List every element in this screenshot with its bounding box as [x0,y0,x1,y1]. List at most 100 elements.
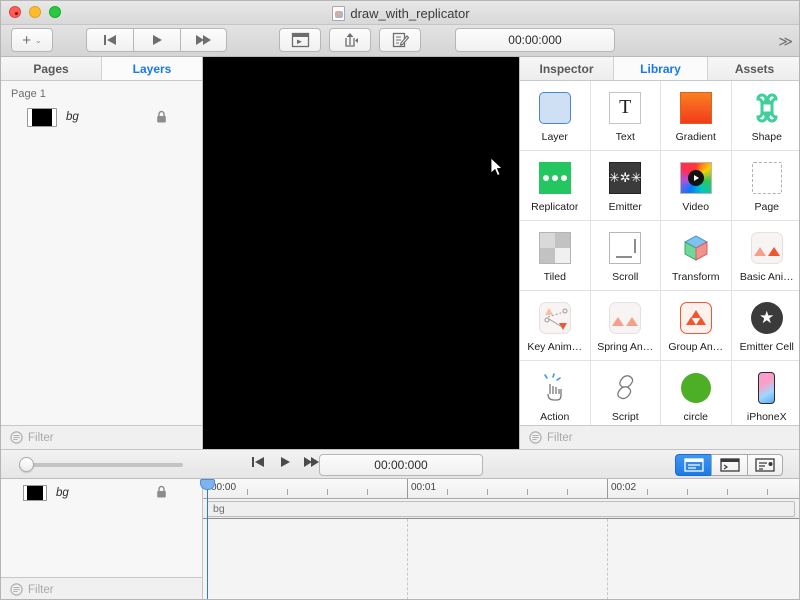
play-button[interactable] [133,28,180,52]
group-animation-icon [677,299,715,337]
video-icon [677,159,715,197]
view-mode-console[interactable] [711,454,747,476]
library-item-label: Scroll [612,270,639,283]
library-item-basic-animation[interactable]: Basic Ani… [731,221,799,291]
filter-icon [529,431,542,444]
timeline-toolbar: 00:00:000 [1,449,799,479]
library-item-emitter-cell[interactable]: ★ Emitter Cell [731,291,799,361]
toolbar-overflow-button[interactable]: ≫ [778,33,793,50]
goto-start-button[interactable] [86,28,133,52]
scroll-icon [606,229,644,267]
library-item-circle[interactable]: circle [661,361,732,431]
edit-annotate-button[interactable] [379,28,421,52]
view-mode-properties[interactable] [747,454,783,476]
library-item-layer[interactable]: Layer [520,81,591,151]
library-item-replicator[interactable]: Replicator [520,151,591,221]
library-item-action[interactable]: Action [520,361,591,431]
layer-icon [536,89,574,127]
filter-icon [10,431,23,444]
timeline-filter-bar[interactable]: Filter [1,577,202,599]
title-bar: draw_with_replicator [1,1,799,25]
library-item-label: Shape [751,130,782,143]
library-item-page[interactable]: Page [731,151,799,221]
library-item-label: Layer [541,130,568,143]
movie-preview-icon [291,32,309,48]
library-item-spring-animation[interactable]: Spring An… [590,291,661,361]
library-item-label: Basic Ani… [739,270,794,283]
preview-movie-button[interactable] [279,28,321,52]
document-icon [332,5,346,21]
skip-to-start-icon [104,35,116,45]
timeline-track-bar[interactable]: bg [207,501,795,517]
timeline-area[interactable]: 00:00 00:01 00:02 bg [200,479,799,599]
page-icon [748,159,786,197]
play-icon [153,35,162,45]
library-item-label: Replicator [531,200,579,213]
gradient-icon [677,89,715,127]
library-item-gradient[interactable]: Gradient [661,81,732,151]
library-item-emitter[interactable]: ✳✲✳ Emitter [590,151,661,221]
slider-knob[interactable] [19,457,34,472]
library-item-label: Key Anim… [527,340,583,353]
canvas-viewport[interactable] [203,57,519,449]
timeline-track-row[interactable]: bg [203,499,799,519]
console-view-icon [719,458,740,472]
lock-icon[interactable] [156,110,167,128]
ruler-label: 00:02 [611,482,637,493]
library-item-iphonex[interactable]: iPhoneX [731,361,799,431]
library-item-transform[interactable]: Transform [661,221,732,291]
document-title: draw_with_replicator [350,5,470,21]
library-item-key-animation[interactable]: Key Anim… [520,291,591,361]
tab-inspector[interactable]: Inspector [520,57,614,80]
timeline-playback-controls [251,456,322,468]
properties-view-icon [755,458,775,472]
script-icon [606,369,644,407]
filter-icon [10,583,23,596]
lock-icon[interactable] [156,485,167,503]
chevron-down-icon: ⌄ [35,35,42,45]
tab-layers[interactable]: Layers [102,57,202,80]
action-icon [536,369,574,407]
library-item-shape[interactable]: Shape [731,81,799,151]
view-mode-timeline[interactable] [675,454,711,476]
share-export-icon [344,33,358,47]
left-filter-bar[interactable]: Filter [1,425,202,449]
layer-list-item[interactable]: bg [1,104,202,130]
timeline-layer-item[interactable]: bg [1,479,202,507]
timeline-zoom-slider[interactable] [19,457,183,472]
timeline-goto-start-button[interactable] [251,456,267,468]
left-sidebar-tabs: Pages Layers [1,57,202,81]
right-sidebar-tabs: Inspector Library Assets [520,57,799,81]
library-filter-bar[interactable]: Filter [520,425,799,449]
library-item-label: Text [615,130,635,143]
library-item-label: Emitter [608,200,642,213]
key-animation-icon [536,299,574,337]
library-item-tiled[interactable]: Tiled [520,221,591,291]
timeline-time-field[interactable]: 00:00:000 [319,454,483,476]
fast-forward-button[interactable] [180,28,227,52]
current-time-field[interactable]: 00:00:000 [455,28,615,52]
library-item-label: Tiled [543,270,566,283]
emitter-icon: ✳✲✳ [606,159,644,197]
tab-pages[interactable]: Pages [1,57,102,80]
timeline-ruler[interactable]: 00:00 00:01 00:02 [203,479,799,499]
timeline-filter-placeholder: Filter [28,583,54,596]
library-item-label: Spring An… [597,340,654,353]
application-window: draw_with_replicator + ⌄ 00:00:000 ≫ Pag… [0,0,800,600]
library-item-label: Script [611,410,639,423]
spring-animation-icon [606,299,644,337]
library-item-video[interactable]: Video [661,151,732,221]
library-item-label: Page [754,200,780,213]
timeline-time-value: 00:00:000 [374,458,428,472]
layer-thumbnail [27,107,57,127]
library-item-script[interactable]: Script [590,361,661,431]
library-item-scroll[interactable]: Scroll [590,221,661,291]
playhead[interactable] [200,479,215,599]
tab-assets[interactable]: Assets [708,57,799,80]
timeline-play-button[interactable] [279,456,291,468]
tab-library[interactable]: Library [614,57,708,80]
share-export-button[interactable] [329,28,371,52]
library-item-group-animation[interactable]: Group An… [661,291,732,361]
library-item-text[interactable]: T Text [590,81,661,151]
add-layer-button[interactable]: + ⌄ [11,28,53,52]
